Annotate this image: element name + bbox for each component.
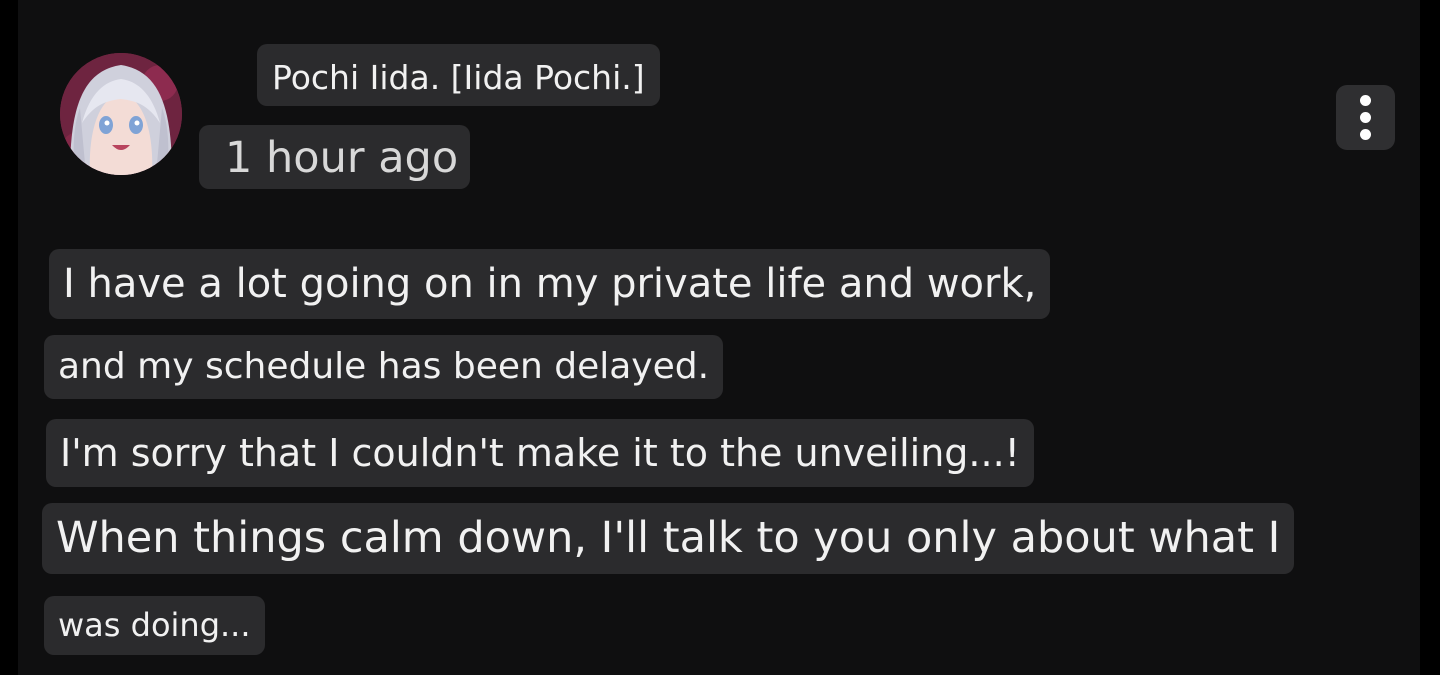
comment-text-line: I have a lot going on in my private life…: [49, 249, 1051, 319]
more-vertical-icon: [1360, 129, 1371, 140]
timestamp[interactable]: 1 hour ago: [199, 125, 471, 189]
comment-text-line: I'm sorry that I couldn't make it to the…: [46, 419, 1034, 487]
comment-text-line: When things calm down, I'll talk to you …: [42, 503, 1295, 574]
avatar-image: [60, 53, 182, 175]
more-vertical-icon: [1360, 95, 1371, 106]
comment-text-line: and my schedule has been delayed.: [44, 335, 724, 399]
author-name[interactable]: Pochi Iida. [Iida Pochi.]: [257, 44, 660, 106]
avatar[interactable]: [60, 53, 182, 175]
more-options-button[interactable]: [1336, 85, 1395, 150]
more-vertical-icon: [1360, 112, 1371, 123]
comment-text-line: was doing...: [44, 596, 265, 655]
